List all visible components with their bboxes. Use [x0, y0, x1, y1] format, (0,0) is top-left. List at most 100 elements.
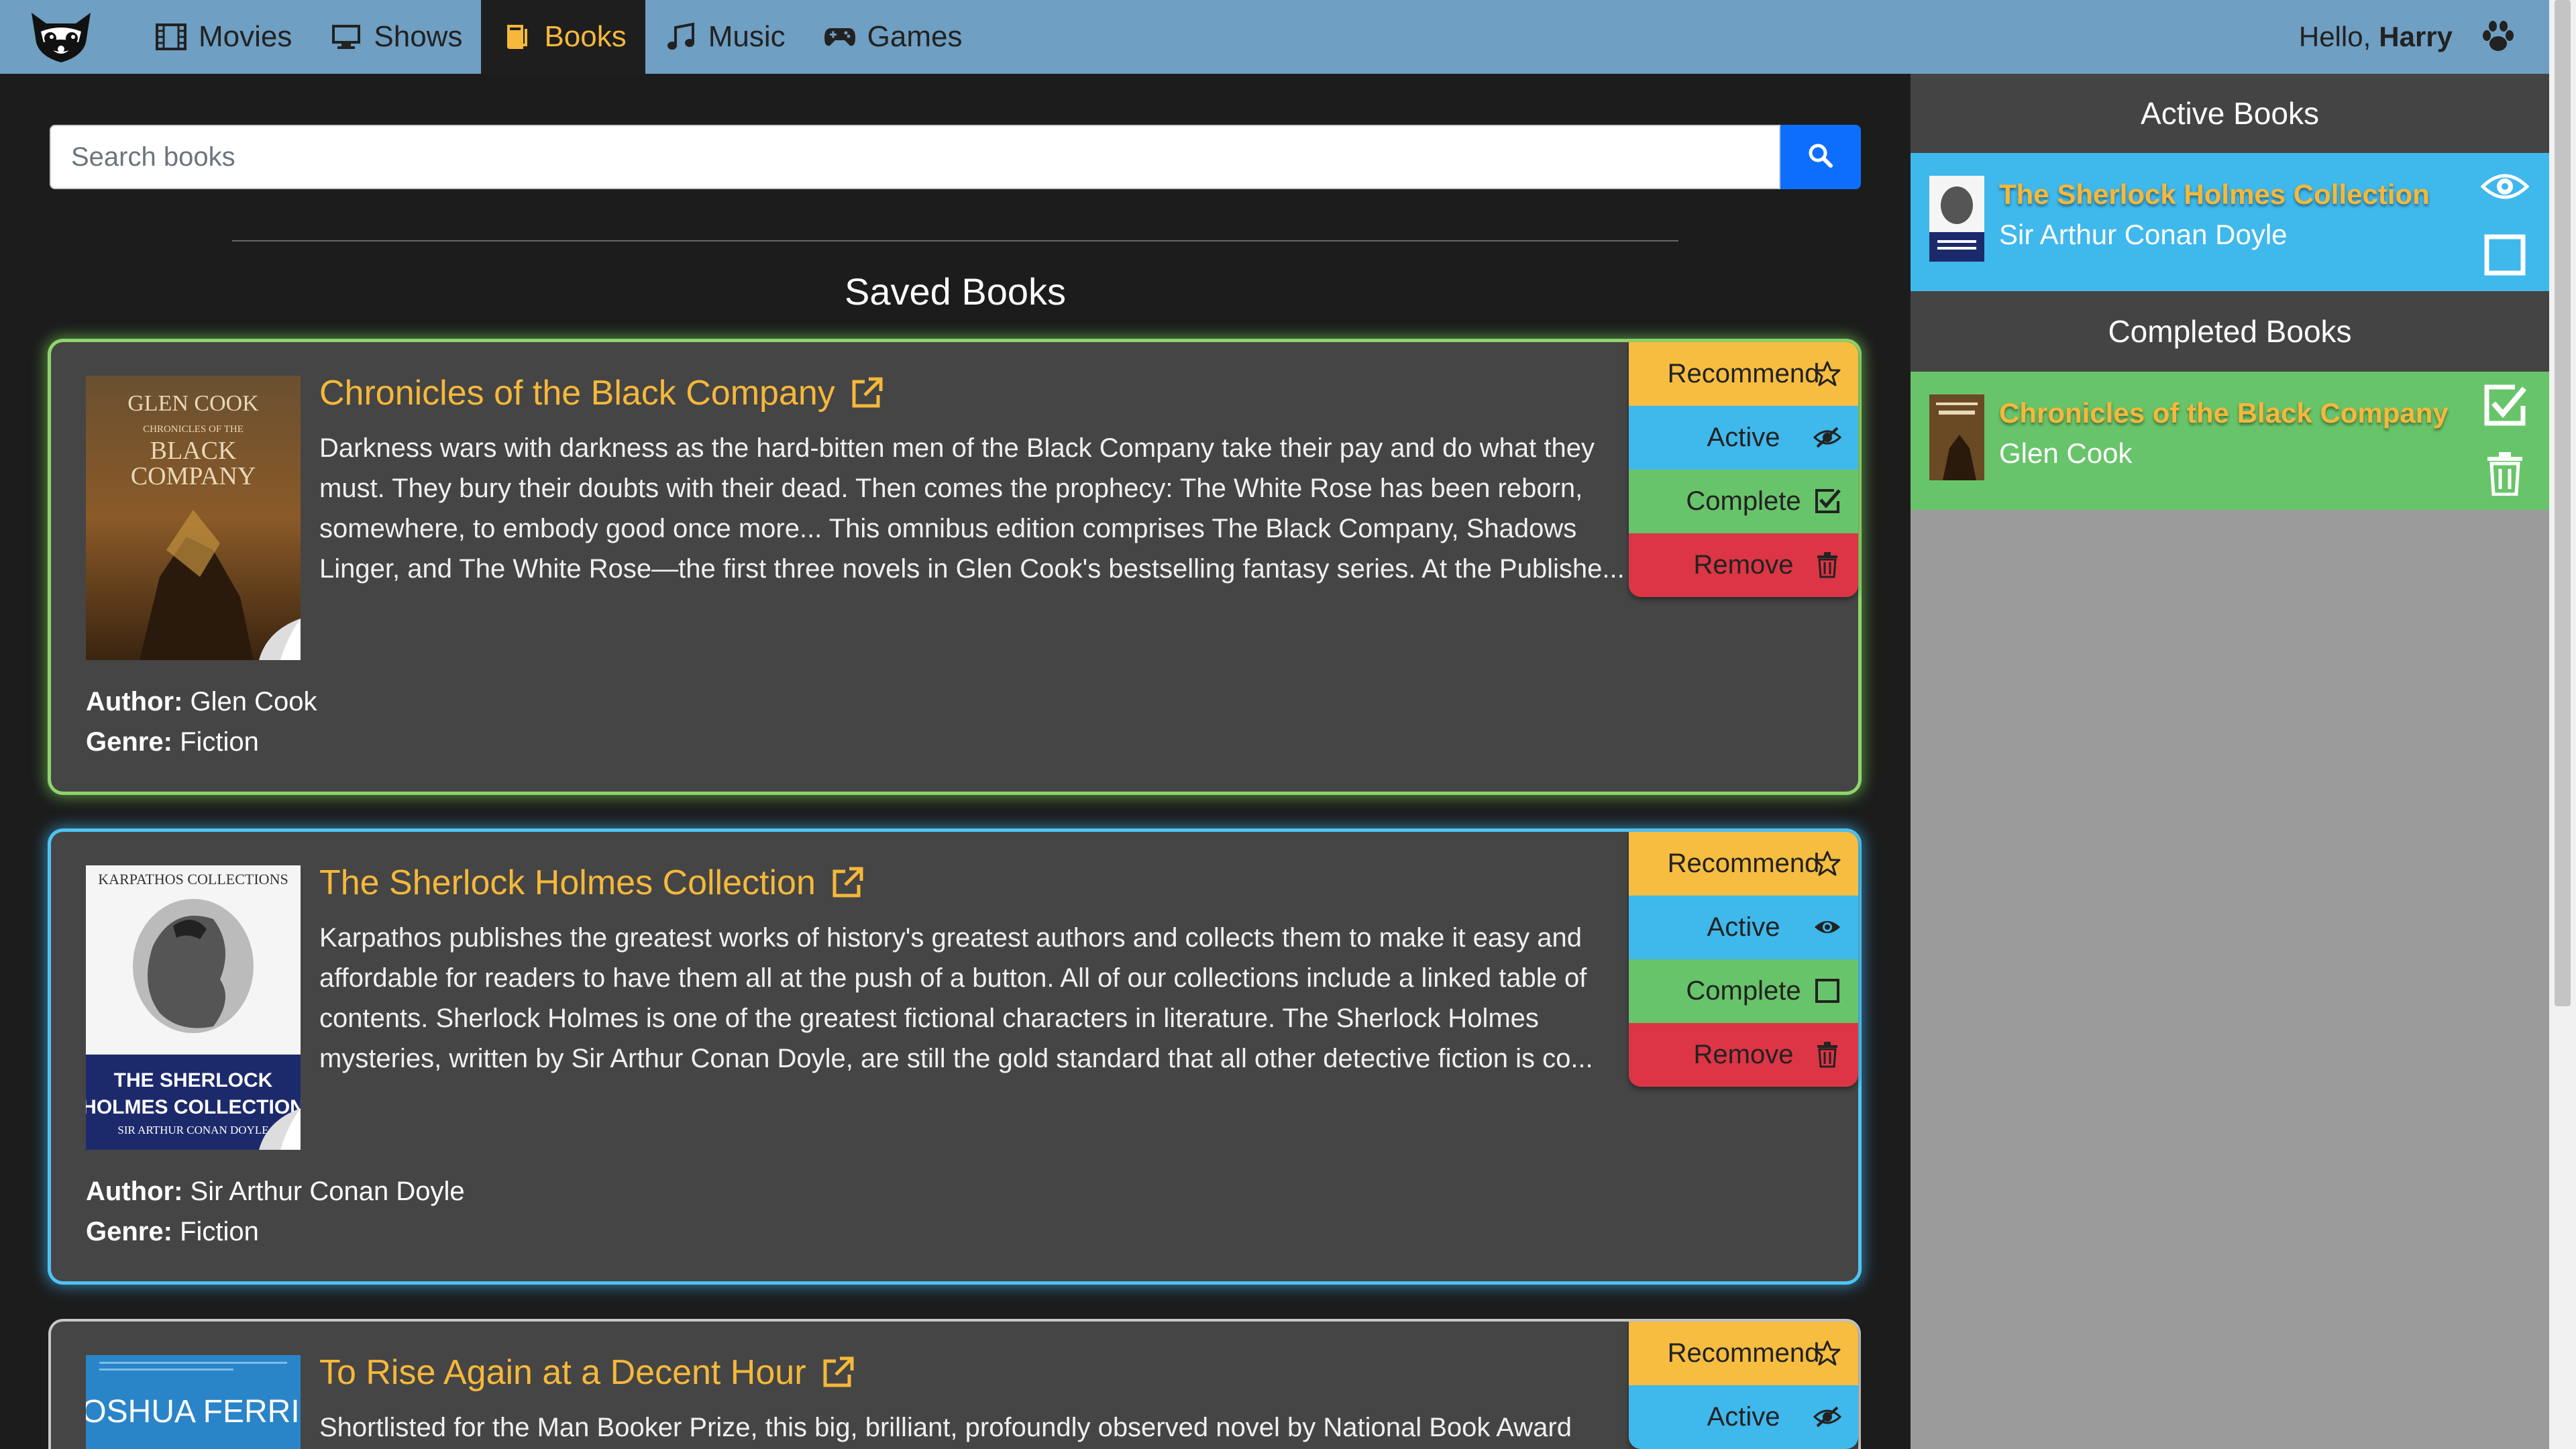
cover-text: BLACK [150, 437, 237, 465]
external-link-icon [830, 865, 865, 900]
user-greeting: Hello, Harry [2299, 18, 2517, 56]
button-label: Remove [1693, 550, 1794, 580]
book-title: The Sherlock Holmes Collection [319, 863, 816, 902]
book-icon [500, 22, 533, 52]
gamepad-icon [823, 22, 857, 52]
film-icon [154, 22, 188, 52]
book-description: Karpathos publishes the greatest works o… [319, 923, 1593, 1073]
recommend-button[interactable]: Recommend [1629, 342, 1858, 406]
book-thumbnail [1929, 176, 1984, 262]
book-title-link[interactable]: To Rise Again at a Decent Hour [319, 1352, 856, 1393]
eye-slash-icon [1813, 1402, 1842, 1432]
recommend-button[interactable]: Recommend [1629, 1322, 1858, 1385]
unchecked-box-icon[interactable] [2481, 231, 2529, 279]
active-button[interactable]: Active [1629, 1385, 1858, 1449]
cover-text: THE SHERLOCK [114, 1069, 273, 1091]
star-icon [1813, 1338, 1842, 1368]
search-button[interactable] [1780, 125, 1861, 189]
external-link-icon [850, 376, 885, 411]
raccoon-logo-icon[interactable] [24, 5, 98, 69]
button-label: Active [1707, 912, 1780, 942]
genre-label: Genre: [86, 1217, 172, 1246]
author-value: Glen Cook [190, 687, 317, 716]
nav-books[interactable]: Books [481, 0, 645, 74]
book-card: JOSHUA FERRIS To Rise Again at a Decent … [51, 1322, 1858, 1449]
book-cover: JOSHUA FERRIS [86, 1355, 301, 1449]
nav-label: Games [867, 20, 963, 53]
nav-label: Movies [199, 20, 292, 53]
active-button[interactable]: Active [1629, 896, 1858, 959]
nav-shows[interactable]: Shows [311, 0, 481, 74]
trash-icon[interactable] [2481, 449, 2529, 498]
active-book-title[interactable]: The Sherlock Holmes Collection [1999, 178, 2430, 211]
completed-book-author: Glen Cook [1999, 437, 2133, 469]
recommend-button[interactable]: Recommend [1629, 832, 1858, 896]
nav-music[interactable]: Music [645, 0, 804, 74]
cover-text: JOSHUA FERRIS [86, 1394, 301, 1430]
top-navbar: Movies Shows Books Music Games Hello, Ha… [0, 0, 2549, 74]
nav-movies[interactable]: Movies [136, 0, 311, 74]
completed-books-heading: Completed Books [1911, 291, 2549, 372]
book-description: Shortlisted for the Man Booker Prize, th… [319, 1413, 1572, 1442]
book-author: Author: Sir Arthur Conan Doyle [86, 1171, 465, 1212]
genre-value: Fiction [180, 1217, 259, 1246]
completed-book-title[interactable]: Chronicles of the Black Company [1999, 397, 2449, 429]
remove-button[interactable]: Remove [1629, 533, 1858, 597]
complete-button[interactable]: Complete [1629, 959, 1858, 1023]
author-label: Author: [86, 687, 183, 716]
sidebar: Active Books The Sherlock Holmes Collect… [1911, 74, 2549, 1449]
nav-label: Music [708, 20, 786, 53]
eye-icon[interactable] [2481, 162, 2529, 211]
book-cover: KARPATHOS COLLECTIONS THE SHERLOCK HOLME… [86, 865, 301, 1150]
active-book-item: The Sherlock Holmes Collection Sir Arthu… [1911, 153, 2549, 291]
button-label: Recommend [1667, 359, 1820, 388]
button-label: Recommend [1667, 1338, 1820, 1368]
scrollbar-thumb[interactable] [2555, 0, 2571, 1006]
button-label: Active [1707, 1402, 1780, 1432]
search-bar [50, 125, 1861, 189]
page-scrollbar[interactable] [2549, 0, 2576, 1449]
star-icon [1813, 849, 1842, 878]
book-actions: Recommend Active Complete Remove [1629, 832, 1858, 1087]
checked-box-icon[interactable] [2481, 381, 2529, 429]
divider [232, 240, 1678, 241]
main-content: Saved Books GLEN COOK CHRONICLES OF THE … [0, 74, 1911, 1449]
complete-button[interactable]: Complete [1629, 470, 1858, 533]
saved-books-heading: Saved Books [845, 270, 1066, 313]
button-label: Complete [1686, 486, 1801, 516]
button-label: Complete [1686, 976, 1801, 1006]
username: Harry [2379, 21, 2453, 52]
book-genre: Genre: Fiction [86, 722, 259, 762]
active-books-heading: Active Books [1911, 74, 2549, 153]
button-label: Remove [1693, 1040, 1794, 1069]
book-author: Author: Glen Cook [86, 682, 317, 722]
book-card: KARPATHOS COLLECTIONS THE SHERLOCK HOLME… [51, 832, 1858, 1281]
star-icon [1813, 359, 1842, 388]
book-actions: Recommend Active [1629, 1322, 1858, 1449]
active-button[interactable]: Active [1629, 406, 1858, 470]
unchecked-box-icon [1813, 976, 1842, 1006]
cover-text: SIR ARTHUR CONAN DOYLE [117, 1124, 268, 1136]
music-icon [664, 22, 698, 52]
trash-icon [1813, 1040, 1842, 1069]
remove-button[interactable]: Remove [1629, 1023, 1858, 1087]
eye-slash-icon [1813, 423, 1842, 452]
book-card: GLEN COOK CHRONICLES OF THE BLACK COMPAN… [51, 342, 1858, 792]
book-title: To Rise Again at a Decent Hour [319, 1353, 806, 1392]
book-description: Darkness wars with darkness as the hard-… [319, 433, 1625, 584]
nav-label: Shows [374, 20, 463, 53]
nav-games[interactable]: Games [804, 0, 981, 74]
author-label: Author: [86, 1177, 183, 1206]
greeting-text: Hello, [2298, 21, 2371, 52]
paw-icon[interactable] [2479, 18, 2517, 56]
button-label: Recommend [1667, 849, 1820, 878]
book-title-link[interactable]: The Sherlock Holmes Collection [319, 863, 865, 903]
cover-text: HOLMES COLLECTION [86, 1096, 301, 1118]
genre-label: Genre: [86, 727, 172, 757]
search-input[interactable] [50, 125, 1780, 189]
active-book-author: Sir Arthur Conan Doyle [1999, 219, 2288, 250]
nav-label: Books [544, 20, 627, 53]
book-title-link[interactable]: Chronicles of the Black Company [319, 373, 885, 413]
eye-icon [1813, 912, 1842, 942]
external-link-icon [821, 1355, 856, 1390]
